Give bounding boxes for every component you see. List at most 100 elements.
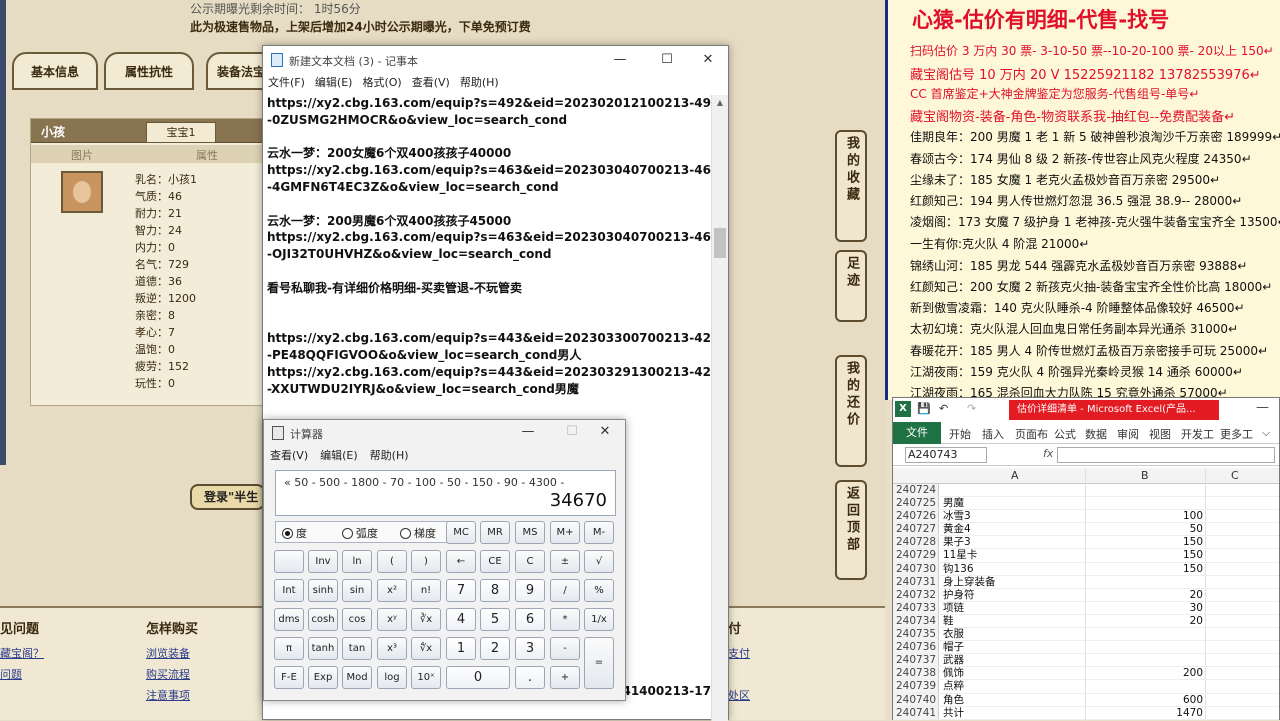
menu-format[interactable]: 格式(O) — [357, 74, 406, 94]
cell-a[interactable]: 护身符 — [943, 589, 1083, 602]
calc-key[interactable]: xʸ — [377, 608, 407, 631]
calc-key[interactable]: ± — [550, 550, 580, 573]
cell-b[interactable]: 150 — [1073, 536, 1203, 549]
calc-key[interactable]: 8 — [480, 579, 510, 602]
row-header[interactable]: 240727 — [893, 523, 939, 536]
row-header[interactable]: 240725 — [893, 497, 939, 510]
redo-icon[interactable]: ↷ — [967, 402, 976, 415]
close-button[interactable]: ✕ — [696, 50, 720, 70]
row-header[interactable]: 240731 — [893, 575, 939, 588]
side-nav-favorites[interactable]: 我的收藏 — [835, 130, 867, 242]
footer-link[interactable] — [728, 666, 750, 687]
cell-a[interactable]: 点粹 — [943, 680, 1083, 693]
row-header[interactable]: 240729 — [893, 549, 939, 562]
calc-key[interactable]: cos — [342, 608, 372, 631]
calc-key[interactable]: ← — [446, 550, 476, 573]
mode-gradians[interactable]: 梯度 — [400, 525, 436, 541]
row-header[interactable]: 240741 — [893, 706, 939, 719]
calc-key[interactable]: 7 — [446, 579, 476, 602]
calc-key[interactable]: 10ˣ — [411, 666, 441, 689]
menu-view[interactable]: 查看(V) — [407, 74, 455, 94]
mode-radians[interactable]: 弧度 — [342, 525, 378, 541]
cell-a[interactable]: 佩饰 — [943, 667, 1083, 680]
calc-key[interactable]: Mod — [342, 666, 372, 689]
minimize-button[interactable]: — — [516, 422, 540, 442]
calc-key[interactable]: . — [515, 666, 545, 689]
side-nav-counteroffer[interactable]: 我的还价 — [835, 355, 867, 467]
calc-key[interactable]: ∜x — [411, 637, 441, 660]
cell-b[interactable]: 600 — [1073, 694, 1203, 707]
calc-key[interactable]: ∛x — [411, 608, 441, 631]
calc-key[interactable] — [274, 550, 304, 573]
footer-link[interactable]: 注意事项 — [146, 687, 198, 708]
row-header[interactable]: 240738 — [893, 667, 939, 680]
row-header[interactable]: 240739 — [893, 680, 939, 693]
cell-a[interactable]: 钩136 — [943, 563, 1083, 576]
calc-key[interactable]: - — [550, 637, 580, 660]
tab-formulas[interactable]: 公式 — [1054, 426, 1076, 442]
notepad-scrollbar[interactable]: ▲ — [711, 95, 728, 721]
calc-key[interactable]: 0 — [446, 666, 510, 689]
cell-a[interactable]: 角色 — [943, 694, 1083, 707]
calc-key[interactable]: 2 — [480, 637, 510, 660]
calc-key[interactable]: n! — [411, 579, 441, 602]
calc-key[interactable]: + — [550, 666, 580, 689]
calc-key[interactable]: ( — [377, 550, 407, 573]
menu-edit[interactable]: 编辑(E) — [314, 447, 364, 465]
memory-key[interactable]: MS — [515, 521, 545, 544]
cell-b[interactable]: 150 — [1073, 563, 1203, 576]
close-button[interactable]: ✕ — [593, 422, 617, 442]
cell-b[interactable]: 200 — [1073, 667, 1203, 680]
scroll-thumb[interactable] — [714, 228, 726, 258]
tab-more-tools[interactable]: 更多工 — [1220, 426, 1253, 442]
cell-b[interactable]: 30 — [1073, 602, 1203, 615]
calc-key[interactable]: ln — [342, 550, 372, 573]
footer-link[interactable]: 支付 — [728, 645, 750, 666]
cell-a[interactable]: 黄金4 — [943, 523, 1083, 536]
calc-key[interactable]: x² — [377, 579, 407, 602]
column-header[interactable]: C — [1231, 469, 1239, 482]
cell-b[interactable]: 50 — [1073, 523, 1203, 536]
cell-a[interactable]: 果子3 — [943, 536, 1083, 549]
memory-key[interactable]: MC — [446, 521, 476, 544]
calc-key[interactable]: π — [274, 637, 304, 660]
menu-help[interactable]: 帮助(H) — [455, 74, 504, 94]
calc-key[interactable]: sin — [342, 579, 372, 602]
tab-data[interactable]: 数据 — [1085, 426, 1107, 442]
footer-link[interactable]: 处区 — [728, 687, 750, 708]
footer-link[interactable]: 浏览装备 — [146, 645, 198, 666]
footer-link[interactable]: 问题 — [0, 666, 44, 687]
calc-key[interactable]: sinh — [308, 579, 338, 602]
cell-a[interactable]: 11星卡 — [943, 549, 1083, 562]
calc-key[interactable]: = — [584, 637, 614, 689]
menu-help[interactable]: 帮助(H) — [364, 447, 415, 465]
save-icon[interactable]: 💾 — [917, 402, 931, 415]
calc-key[interactable]: cosh — [308, 608, 338, 631]
cell-a[interactable]: 帽子 — [943, 641, 1083, 654]
calc-key[interactable]: Inv — [308, 550, 338, 573]
cell-a[interactable]: 共计 — [943, 707, 1083, 720]
cell-a[interactable]: 武器 — [943, 654, 1083, 667]
chevron-down-icon[interactable]: ⌵ — [1262, 426, 1270, 440]
formula-input[interactable] — [1057, 447, 1275, 463]
cell-a[interactable]: 男魔 — [943, 497, 1083, 510]
calc-key[interactable]: 6 — [515, 608, 545, 631]
excel-titlebar[interactable]: X 💾 ↶ ↷ 估价详细清单 - Microsoft Excel(产品... — — [893, 398, 1279, 422]
side-nav-history[interactable]: 足迹 — [835, 250, 867, 322]
tab-insert[interactable]: 插入 — [982, 426, 1004, 442]
cell-b[interactable]: 100 — [1073, 510, 1203, 523]
row-header[interactable]: 240732 — [893, 588, 939, 601]
tab-home[interactable]: 开始 — [949, 426, 971, 442]
maximize-button[interactable]: ☐ — [560, 422, 584, 442]
side-nav-back-to-top[interactable]: 返回顶部 — [835, 480, 867, 580]
memory-key[interactable]: MR — [480, 521, 510, 544]
notepad-titlebar[interactable]: 新建文本文档 (3) - 记事本 — ☐ ✕ — [263, 46, 728, 74]
row-header[interactable]: 240728 — [893, 536, 939, 549]
cell-b[interactable]: 150 — [1073, 549, 1203, 562]
calc-key[interactable]: √ — [584, 550, 614, 573]
calc-key[interactable]: dms — [274, 608, 304, 631]
row-header[interactable]: 240736 — [893, 641, 939, 654]
calc-key[interactable]: tanh — [308, 637, 338, 660]
row-header[interactable]: 240733 — [893, 601, 939, 614]
row-header[interactable]: 240734 — [893, 614, 939, 628]
